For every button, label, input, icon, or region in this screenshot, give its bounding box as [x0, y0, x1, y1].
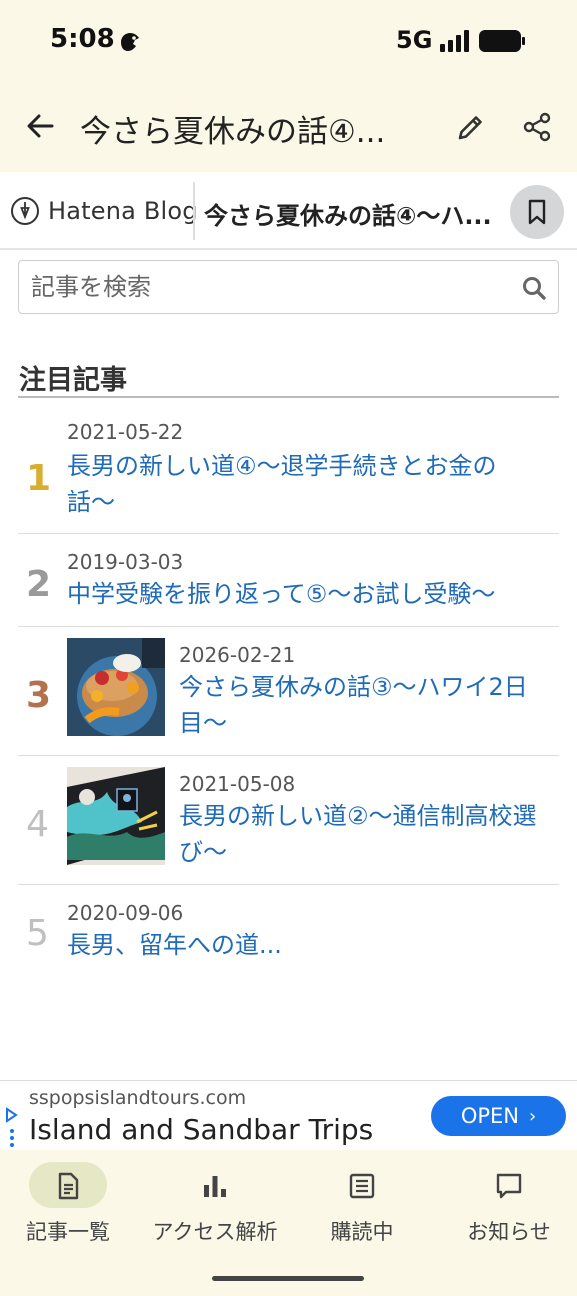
nav-item-notifications[interactable]: お知らせ	[437, 1162, 577, 1262]
newspaper-icon	[349, 1173, 375, 1199]
battery-icon	[479, 30, 525, 52]
rank-number: 4	[26, 804, 49, 845]
status-bar: 5:08 5G	[0, 0, 577, 82]
app-bar: 今さら夏休みの話④...	[0, 82, 577, 172]
entry-title-link[interactable]: 中学受験を振り返って⑤〜お試し受験〜	[67, 576, 547, 612]
signal-icon	[440, 30, 469, 52]
ad-open-label: OPEN	[460, 1104, 519, 1128]
entry-date: 2021-05-08	[179, 772, 296, 796]
ad-headline: Island and Sandbar Trips	[29, 1113, 374, 1146]
title-line: 中学受験を振り返って⑤〜お試し受験〜	[67, 580, 496, 608]
rank-number: 5	[26, 913, 49, 954]
share-icon[interactable]	[520, 110, 554, 144]
chevron-right-icon: ›	[528, 1105, 537, 1127]
document-icon	[58, 1172, 79, 1200]
hatena-blog-logo[interactable]: Hatena Blog	[10, 192, 198, 230]
title-line: 今さら夏休みの話③〜ハワイ2日	[179, 673, 528, 701]
nav-label: 記事一覧	[26, 1220, 110, 1244]
pen-nib-icon	[11, 197, 39, 225]
search-box	[18, 260, 559, 314]
ad-banner[interactable]: sspopsislandtours.com Island and Sandbar…	[0, 1080, 577, 1150]
search-icon[interactable]	[521, 275, 547, 301]
entry-date: 2026-02-21	[179, 643, 296, 667]
rank-number: 2	[26, 564, 52, 605]
search-input[interactable]	[31, 271, 511, 303]
bottom-navigation: 記事一覧 アクセス解析 購読中 お知らせ	[0, 1150, 577, 1296]
blog-header: Hatena Blog 今さら夏休みの話④〜ハ...	[0, 172, 577, 250]
bookmark-icon	[528, 199, 546, 225]
ad-domain: sspopsislandtours.com	[29, 1087, 247, 1109]
nav-item-articles[interactable]: 記事一覧	[0, 1162, 140, 1262]
entry-title-link[interactable]: 長男の新しい道④〜退学手続きとお金の 話〜	[67, 448, 547, 520]
status-time: 5:08	[50, 24, 115, 54]
entry-title-link[interactable]: 今さら夏休みの話③〜ハワイ2日 目〜	[179, 669, 554, 741]
artwork-photo	[67, 767, 165, 865]
nav-item-analytics[interactable]: アクセス解析	[143, 1162, 287, 1262]
divider	[193, 182, 195, 240]
entry-thumbnail[interactable]	[67, 767, 165, 865]
pencil-icon[interactable]	[454, 110, 488, 144]
title-line: 長男の新しい道②〜通信制高校選	[179, 802, 537, 830]
entry-title-link[interactable]: 長男の新しい道②〜通信制高校選 び〜	[179, 798, 554, 870]
entry-title-link[interactable]: 長男、留年への道...	[67, 927, 547, 963]
bookmark-button[interactable]	[510, 185, 564, 239]
nav-label: 購読中	[330, 1220, 394, 1244]
nav-label: アクセス解析	[152, 1220, 278, 1244]
logo-text: Hatena Blog	[48, 197, 198, 225]
blog-header-title: 今さら夏休みの話④〜ハ...	[204, 202, 492, 230]
title-line: 長男、留年への道...	[67, 931, 282, 959]
title-line: 長男の新しい道④〜退学手続きとお金の	[67, 452, 497, 480]
rank-number: 3	[26, 675, 52, 716]
featured-heading: 注目記事	[19, 365, 127, 396]
list-item[interactable]: 3 2026-02-21 今さら夏休みの話③〜ハワイ2日 目〜	[18, 627, 559, 756]
network-type: 5G	[396, 26, 433, 54]
pancake-photo	[67, 638, 165, 736]
rank-number: 1	[26, 458, 52, 499]
ad-choices-icon[interactable]	[4, 1107, 20, 1147]
entry-date: 2019-03-03	[67, 550, 184, 574]
title-line: び〜	[179, 838, 227, 866]
list-item[interactable]: 4 2021-05-08 長男の新しい道②〜通信制高校選 び〜	[18, 756, 559, 885]
page-title: 今さら夏休みの話④...	[80, 114, 386, 150]
entry-date: 2020-09-06	[67, 901, 184, 925]
list-item[interactable]: 1 2021-05-22 長男の新しい道④〜退学手続きとお金の 話〜	[18, 398, 559, 534]
title-line: 話〜	[67, 488, 115, 516]
ad-open-button[interactable]: OPEN ›	[431, 1096, 566, 1136]
back-arrow-icon[interactable]	[22, 108, 58, 144]
list-item[interactable]: 5 2020-09-06 長男、留年への道...	[18, 885, 559, 975]
bar-chart-icon	[204, 1176, 226, 1197]
message-icon	[496, 1173, 522, 1199]
title-line: 目〜	[179, 709, 227, 737]
entry-thumbnail[interactable]	[67, 638, 165, 736]
nav-item-subscriptions[interactable]: 購読中	[290, 1162, 434, 1262]
entry-date: 2021-05-22	[67, 420, 184, 444]
notification-app-icon	[121, 33, 139, 51]
nav-label: お知らせ	[467, 1220, 551, 1244]
list-item[interactable]: 2 2019-03-03 中学受験を振り返って⑤〜お試し受験〜	[18, 534, 559, 627]
home-indicator[interactable]	[212, 1276, 364, 1281]
